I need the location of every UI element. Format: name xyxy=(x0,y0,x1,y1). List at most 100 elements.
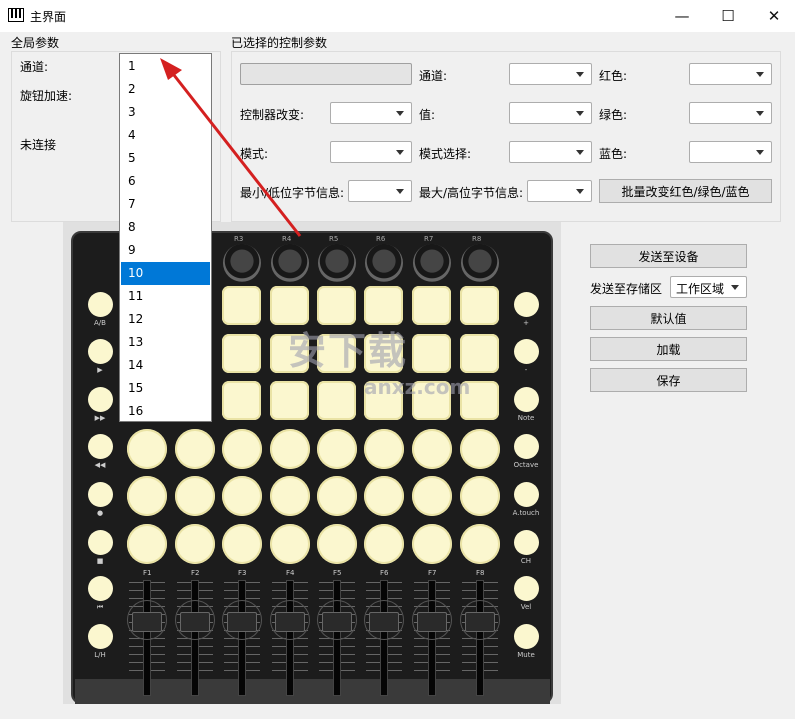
right-side-button xyxy=(514,576,539,601)
fader-handle xyxy=(180,612,210,632)
round-pad xyxy=(460,428,500,469)
round-pad xyxy=(127,428,167,469)
round-pad xyxy=(175,476,215,516)
rotary-knob xyxy=(365,244,403,282)
channel-option[interactable]: 8 xyxy=(121,216,210,239)
channel-dropdown-list[interactable]: 1 2 3 4 5 6 7 8 9 10 11 12 13 14 15 16 xyxy=(119,53,212,422)
right-side-label: A.touch xyxy=(512,509,540,517)
right-side-button xyxy=(514,292,539,317)
right-side-label: Mute xyxy=(517,651,535,659)
square-pad xyxy=(222,333,261,373)
round-pad xyxy=(460,476,500,516)
left-side-button xyxy=(88,292,113,317)
right-side-label: - xyxy=(524,366,528,374)
round-pad xyxy=(364,476,404,516)
left-side-label: ◀◀ xyxy=(94,461,106,469)
channel-option[interactable]: 4 xyxy=(121,124,210,147)
fader-handle xyxy=(465,612,495,632)
rotary-knob xyxy=(318,244,356,282)
right-side-button xyxy=(514,434,539,459)
channel-option[interactable]: 11 xyxy=(121,285,210,308)
watermark-url: anxz.com xyxy=(364,375,471,399)
fader-handle xyxy=(417,612,447,632)
round-pad xyxy=(222,428,262,469)
watermark-text: 安下载 xyxy=(288,329,409,373)
square-pad xyxy=(222,286,261,325)
round-pad xyxy=(270,523,310,564)
fader-handle xyxy=(322,612,352,632)
watermark: 安下载 anxz.com xyxy=(288,320,470,399)
left-side-label: A/B xyxy=(94,319,106,327)
channel-option[interactable]: 3 xyxy=(121,101,210,124)
round-pad xyxy=(317,523,357,564)
right-side-button xyxy=(514,530,539,555)
left-side-button xyxy=(88,530,113,555)
knob-label: R3 xyxy=(234,235,244,243)
fader-label: F4 xyxy=(286,569,295,577)
knob-label: R6 xyxy=(376,235,386,243)
fader-handle xyxy=(227,612,257,632)
rotary-knob xyxy=(461,244,499,282)
fader-label: F1 xyxy=(143,569,152,577)
channel-option[interactable]: 14 xyxy=(121,354,210,377)
round-pad xyxy=(270,476,310,516)
fader-handle xyxy=(369,612,399,632)
right-side-button xyxy=(514,387,539,412)
channel-option[interactable]: 16 xyxy=(121,400,210,423)
left-side-label: ■ xyxy=(96,557,104,565)
fader-label: F8 xyxy=(476,569,485,577)
rotary-knob xyxy=(271,244,309,282)
square-pad xyxy=(222,381,261,420)
round-pad xyxy=(364,428,404,469)
channel-option[interactable]: 2 xyxy=(121,78,210,101)
right-side-button xyxy=(514,482,539,507)
round-pad xyxy=(412,476,452,516)
left-side-label: ▶ xyxy=(97,366,103,374)
fader-label: F7 xyxy=(428,569,437,577)
channel-option[interactable]: 13 xyxy=(121,331,210,354)
channel-option[interactable]: 1 xyxy=(121,55,210,78)
round-pad xyxy=(270,428,310,469)
channel-option[interactable]: 9 xyxy=(121,239,210,262)
round-pad xyxy=(127,523,167,564)
knob-label: R4 xyxy=(282,235,292,243)
knob-label: R5 xyxy=(329,235,339,243)
left-side-label: L/H xyxy=(94,651,106,659)
knob-label: R7 xyxy=(424,235,434,243)
fader-label: F2 xyxy=(191,569,200,577)
channel-option[interactable]: 12 xyxy=(121,308,210,331)
left-side-label: ▶▶ xyxy=(94,414,106,422)
channel-option[interactable]: 5 xyxy=(121,147,210,170)
knob-label: R8 xyxy=(472,235,482,243)
right-side-label: CH xyxy=(520,557,532,565)
right-side-label: + xyxy=(523,319,529,327)
fader-label: F5 xyxy=(333,569,342,577)
left-side-button xyxy=(88,434,113,459)
fader-label: F6 xyxy=(380,569,389,577)
right-side-button xyxy=(514,624,539,649)
left-side-label: ⏮ xyxy=(96,603,104,611)
round-pad xyxy=(222,523,262,564)
left-side-button xyxy=(88,624,113,649)
left-side-button xyxy=(88,482,113,507)
channel-option[interactable]: 7 xyxy=(121,193,210,216)
round-pad xyxy=(364,523,404,564)
round-pad xyxy=(127,476,167,516)
round-pad xyxy=(460,523,500,564)
round-pad xyxy=(317,428,357,469)
left-side-label: ● xyxy=(96,509,104,517)
channel-option[interactable]: 6 xyxy=(121,170,210,193)
fader-handle xyxy=(275,612,305,632)
rotary-knob xyxy=(413,244,451,282)
right-side-label: Note xyxy=(517,414,535,422)
fader-label: F3 xyxy=(238,569,247,577)
channel-option[interactable]: 10 xyxy=(121,262,210,285)
right-side-button xyxy=(514,339,539,364)
fader-handle xyxy=(132,612,162,632)
round-pad xyxy=(222,476,262,516)
round-pad xyxy=(317,476,357,516)
channel-option[interactable]: 15 xyxy=(121,377,210,400)
rotary-knob xyxy=(223,244,261,282)
left-side-button xyxy=(88,576,113,601)
round-pad xyxy=(412,523,452,564)
